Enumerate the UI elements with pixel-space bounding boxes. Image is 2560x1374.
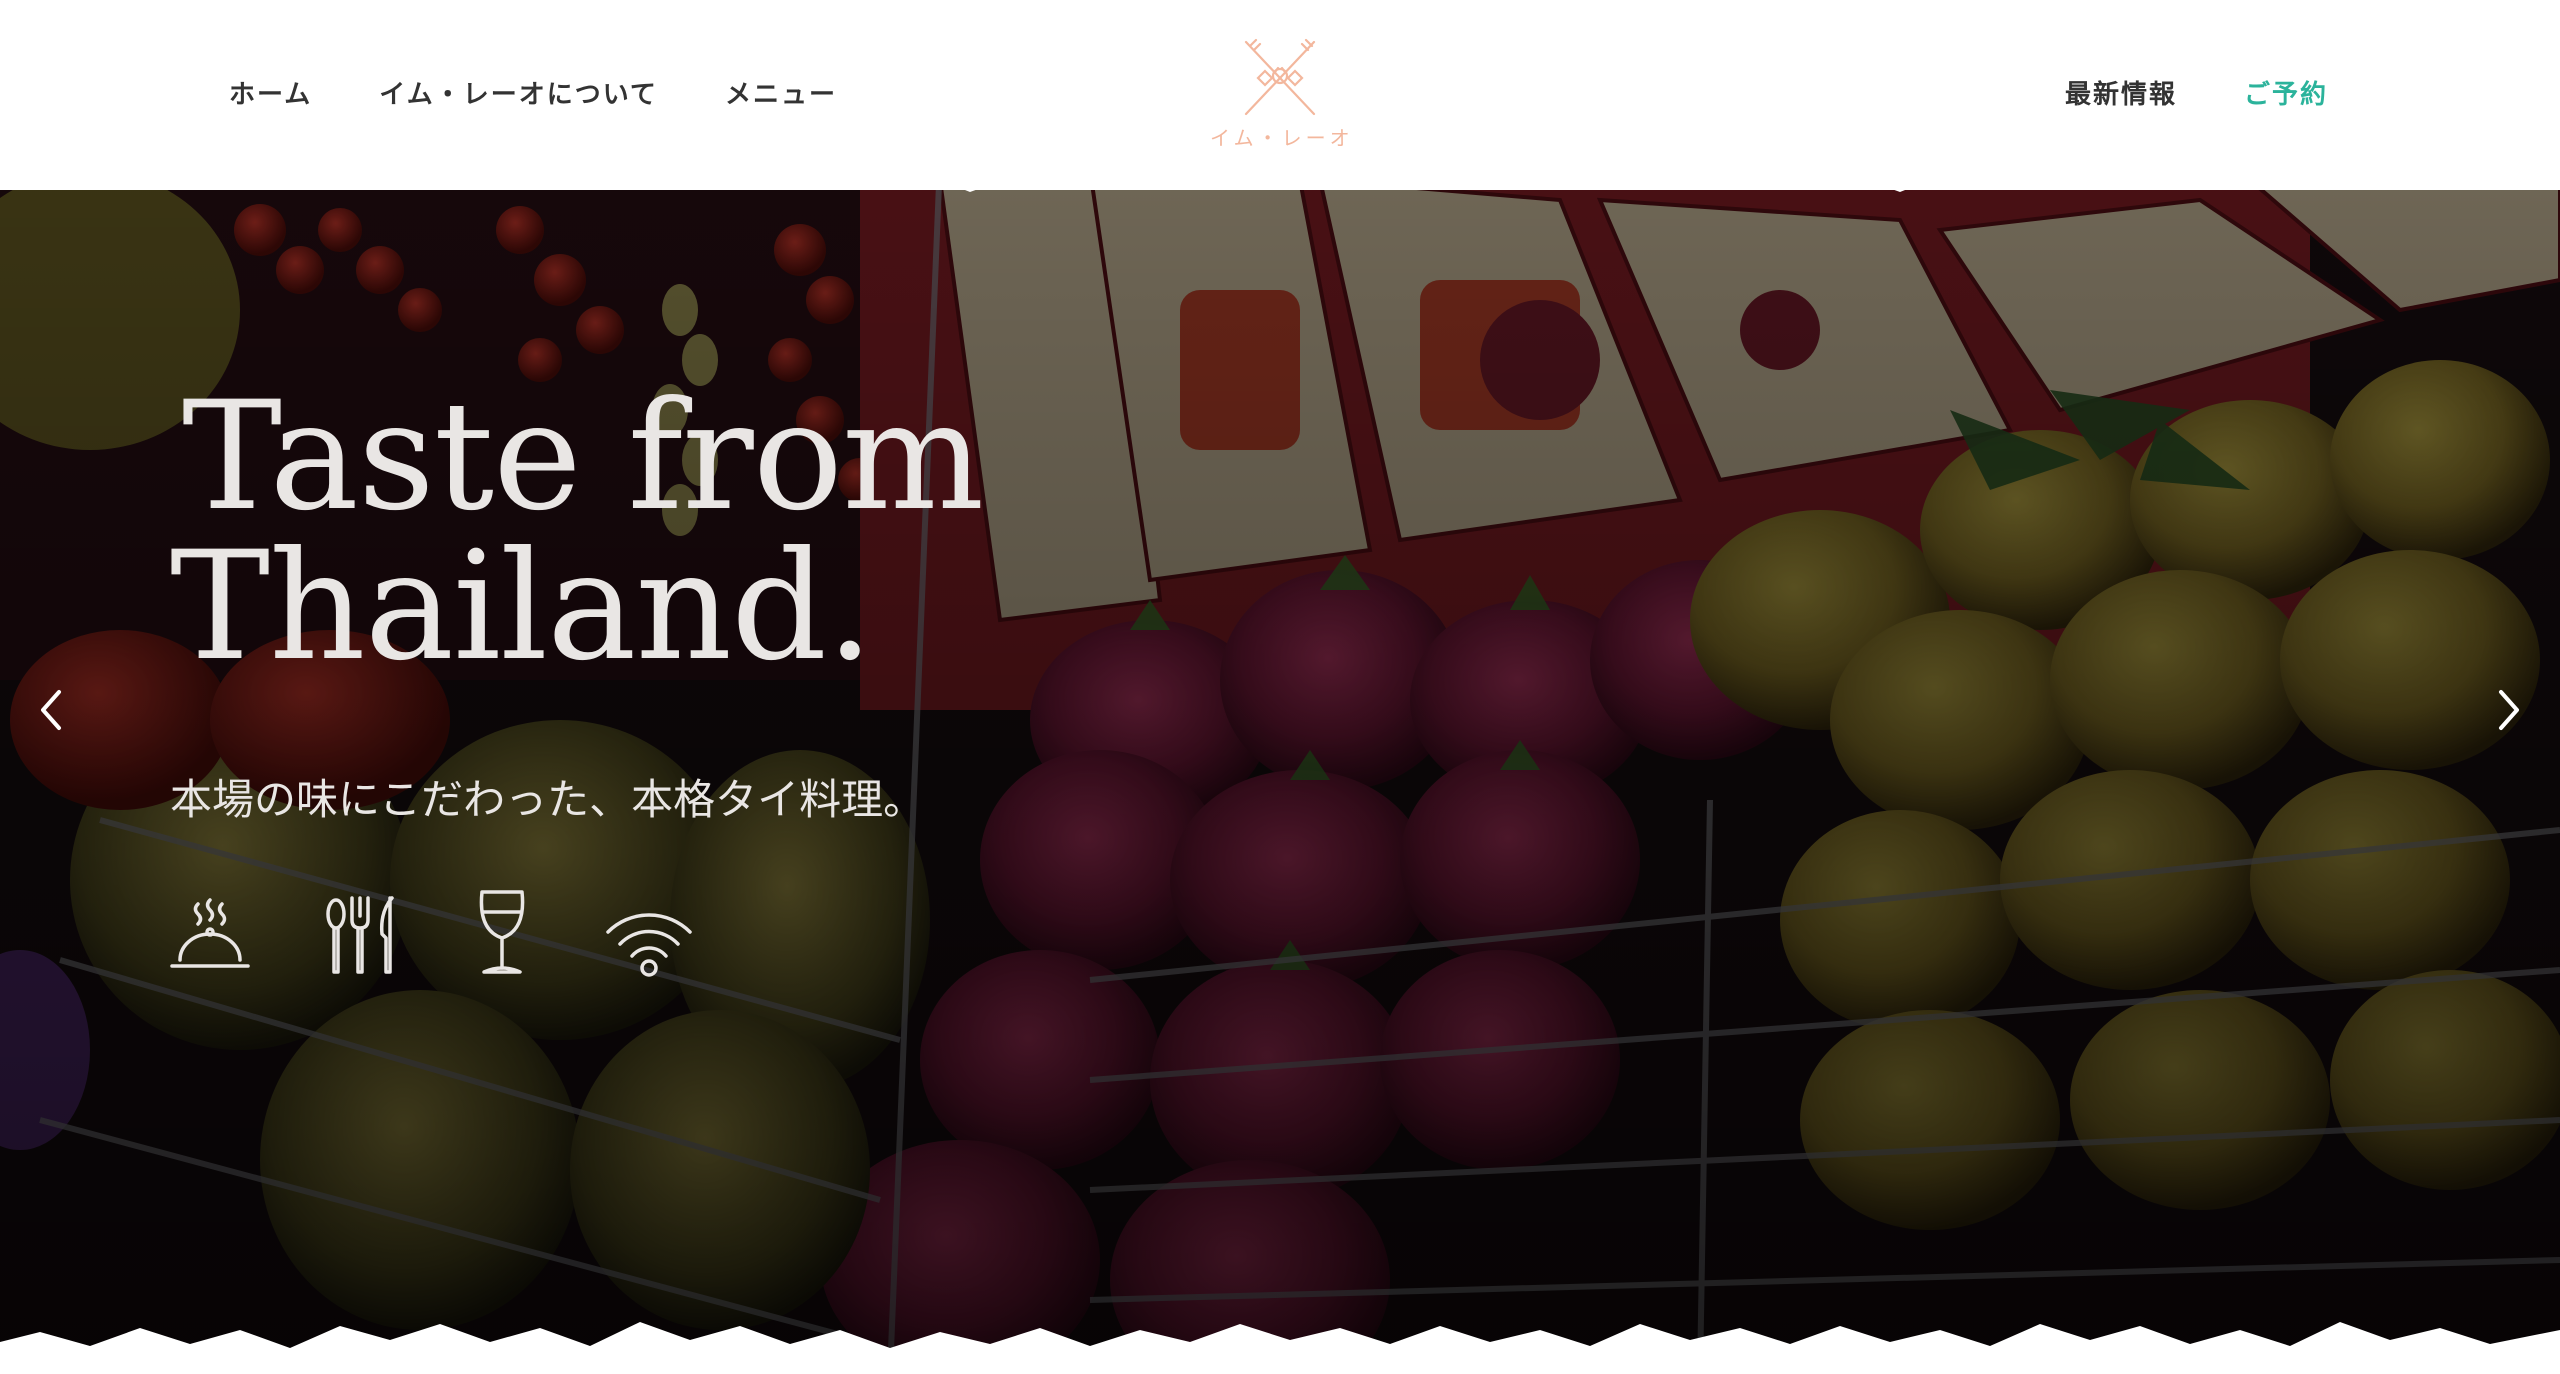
hero-title-line-1: Taste from bbox=[182, 370, 984, 544]
primary-nav-right: 最新情報 ご予約 bbox=[1998, 74, 2328, 111]
wifi-icon bbox=[604, 902, 694, 978]
chevron-right-icon bbox=[2499, 690, 2519, 730]
logo-text: イム・レーオ bbox=[1210, 126, 1354, 150]
nav-menu-link[interactable]: メニュー bbox=[725, 74, 837, 111]
cutlery-icon bbox=[324, 894, 400, 978]
logo-link[interactable]: イム・レーオ bbox=[1210, 36, 1350, 156]
hero-slider: Taste from Thailand. 本場の味にこだわった、本格タイ料理。 bbox=[0, 160, 2560, 1374]
slider-prev-button[interactable] bbox=[12, 660, 92, 760]
nav-news-link[interactable]: 最新情報 bbox=[2065, 74, 2177, 111]
chevron-left-icon bbox=[41, 690, 61, 730]
amenity-icons bbox=[168, 888, 766, 978]
nav-home-link[interactable]: ホーム bbox=[229, 74, 312, 111]
torn-paper-edge-bottom bbox=[0, 1322, 2560, 1374]
slider-next-button[interactable] bbox=[2468, 660, 2548, 760]
hero-title: Taste from Thailand. bbox=[170, 370, 984, 682]
wine-glass-icon bbox=[472, 888, 532, 978]
page: ホーム イム・レーオについて メニュー イム・レーオ 最新情報 ご予約 Tast… bbox=[0, 0, 2560, 1374]
primary-nav-left: ホーム イム・レーオについて メニュー bbox=[229, 74, 904, 111]
hero-subtitle: 本場の味にこだわった、本格タイ料理。 bbox=[170, 775, 926, 824]
nav-about-link[interactable]: イム・レーオについて bbox=[379, 74, 658, 111]
site-header: ホーム イム・レーオについて メニュー イム・レーオ 最新情報 ご予約 bbox=[0, 0, 2560, 190]
hero-title-line-2: Thailand. bbox=[170, 520, 874, 694]
cloche-icon bbox=[168, 898, 252, 978]
crossed-utensils-logo-icon bbox=[1244, 38, 1316, 116]
nav-reservation-link[interactable]: ご予約 bbox=[2244, 74, 2328, 111]
